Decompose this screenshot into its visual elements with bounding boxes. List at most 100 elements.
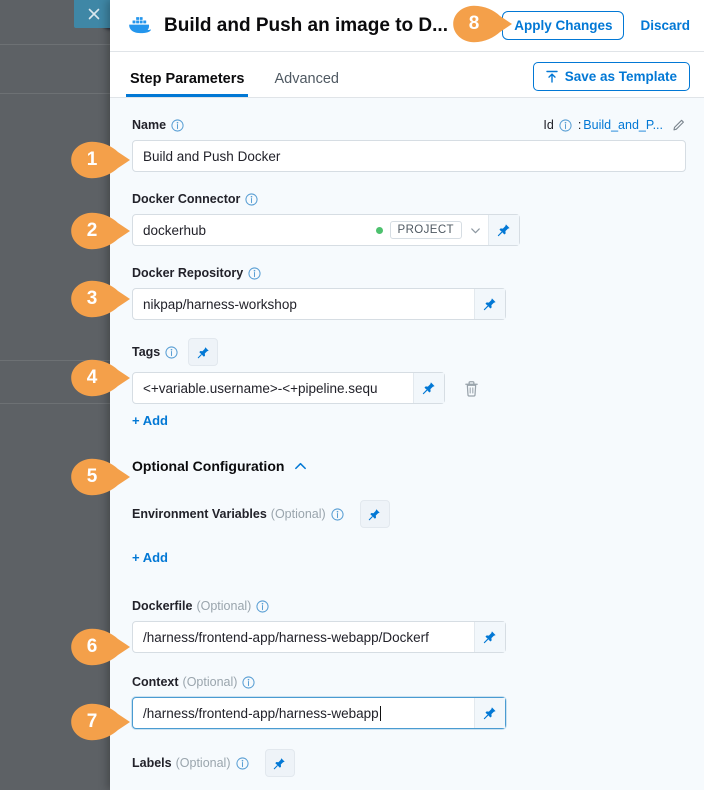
environment-variables-optional-tag: (Optional) <box>271 507 326 521</box>
docker-connector-pin-button[interactable] <box>488 215 519 245</box>
id-label: Id <box>543 118 553 132</box>
optional-configuration-toggle[interactable]: Optional Configuration <box>132 458 686 474</box>
pin-icon <box>197 346 210 359</box>
upload-template-icon <box>546 70 558 83</box>
tab-bar: Step Parameters Advanced Save as Templat… <box>110 52 704 98</box>
environment-variables-label: Environment Variables <box>132 507 267 521</box>
chevron-down-icon[interactable] <box>469 224 482 237</box>
info-icon[interactable] <box>331 508 344 521</box>
info-icon[interactable] <box>236 757 249 770</box>
info-icon[interactable] <box>256 600 269 613</box>
field-docker-connector: Docker Connector dockerhub PROJECT <box>132 190 686 246</box>
labels-pin-button[interactable] <box>265 749 295 777</box>
field-docker-repository: Docker Repository nikpap/harness-worksho… <box>132 264 686 320</box>
docker-connector-value: dockerhub <box>133 223 376 238</box>
dimmed-backdrop <box>0 0 115 790</box>
environment-variables-add-link[interactable]: + Add <box>132 550 168 565</box>
docker-connector-select[interactable]: dockerhub PROJECT <box>132 214 520 246</box>
optional-configuration-label: Optional Configuration <box>132 458 284 474</box>
discard-button[interactable]: Discard <box>640 18 690 33</box>
pin-icon <box>483 630 497 644</box>
context-value-misspelled: harness-webapp <box>279 706 379 721</box>
pin-icon <box>483 297 497 311</box>
docker-connector-label-row: Docker Connector <box>132 190 686 208</box>
environment-variables-pin-button[interactable] <box>360 500 390 528</box>
info-icon[interactable] <box>171 119 184 132</box>
tag-input-value: <+variable.username>-<+pipeline.sequ <box>133 381 413 396</box>
context-label: Context <box>132 675 179 689</box>
docker-connector-label: Docker Connector <box>132 192 240 206</box>
tags-pin-button[interactable] <box>188 338 218 366</box>
tags-row: <+variable.username>-<+pipeline.sequ <box>132 372 686 404</box>
connector-status-dot <box>376 227 383 234</box>
apply-changes-button[interactable]: Apply Changes <box>502 11 624 40</box>
close-icon <box>87 7 101 21</box>
trash-icon[interactable] <box>463 379 480 398</box>
field-tags: Tags <+variable.username>-<+pipeline.seq… <box>132 338 686 430</box>
environment-variables-label-row: Environment Variables (Optional) <box>132 500 686 528</box>
context-value: /harness/frontend-app/harness-webapp <box>133 706 474 721</box>
close-button[interactable] <box>74 0 114 28</box>
labels-label: Labels <box>132 756 172 770</box>
dockerfile-value: /harness/frontend-app/harness-webapp/Doc… <box>133 630 474 645</box>
name-label: Name <box>132 118 166 132</box>
tags-add-link[interactable]: + Add <box>132 413 168 428</box>
docker-repository-pin-button[interactable] <box>474 289 505 319</box>
page-title: Build and Push an image to D... <box>164 15 502 37</box>
tags-label: Tags <box>132 345 160 359</box>
pin-icon <box>422 381 436 395</box>
context-input[interactable]: /harness/frontend-app/harness-webapp <box>132 697 506 729</box>
field-labels: Labels (Optional) <box>132 749 686 777</box>
section-optional-configuration: Optional Configuration <box>132 458 686 474</box>
dockerfile-input[interactable]: /harness/frontend-app/harness-webapp/Doc… <box>132 621 506 653</box>
form-body: Name Id : Build_and_P... <box>110 98 704 777</box>
id-value: Build_and_P... <box>583 118 663 132</box>
backdrop-divider <box>0 403 115 404</box>
docker-repository-value: nikpap/harness-workshop <box>133 297 474 312</box>
info-icon[interactable] <box>248 267 261 280</box>
name-input[interactable]: Build and Push Docker <box>132 140 686 172</box>
docker-repository-label: Docker Repository <box>132 266 243 280</box>
pin-icon <box>273 757 286 770</box>
labels-label-row: Labels (Optional) <box>132 749 686 777</box>
context-label-row: Context (Optional) <box>132 673 686 691</box>
save-as-template-label: Save as Template <box>565 69 677 84</box>
pin-icon <box>368 508 381 521</box>
context-value-prefix: /harness/frontend-app/ <box>143 706 279 721</box>
dockerfile-pin-button[interactable] <box>474 622 505 652</box>
text-caret <box>380 706 381 721</box>
field-name: Name Id : Build_and_P... <box>132 116 686 172</box>
info-icon[interactable] <box>559 119 572 132</box>
tab-advanced[interactable]: Advanced <box>272 71 341 97</box>
tab-step-parameters[interactable]: Step Parameters <box>128 71 246 97</box>
tags-label-row: Tags <box>132 338 686 366</box>
docker-repository-input[interactable]: nikpap/harness-workshop <box>132 288 506 320</box>
name-input-value: Build and Push Docker <box>133 149 685 164</box>
info-icon[interactable] <box>245 193 258 206</box>
info-icon[interactable] <box>165 346 178 359</box>
chevron-up-icon <box>293 459 308 474</box>
tag-input[interactable]: <+variable.username>-<+pipeline.sequ <box>132 372 445 404</box>
pin-icon <box>497 223 511 237</box>
step-configuration-panel: Build and Push an image to D... Apply Ch… <box>110 0 704 790</box>
field-environment-variables: Environment Variables (Optional) + Add <box>132 500 686 567</box>
id-separator: : <box>578 118 581 132</box>
field-dockerfile: Dockerfile (Optional) /harness/frontend-… <box>132 597 686 653</box>
backdrop-divider <box>0 44 115 45</box>
tag-pin-button[interactable] <box>413 373 444 403</box>
docker-whale-icon <box>128 13 154 39</box>
dockerfile-label: Dockerfile <box>132 599 192 613</box>
dockerfile-optional-tag: (Optional) <box>196 599 251 613</box>
context-pin-button[interactable] <box>474 698 505 728</box>
save-as-template-button[interactable]: Save as Template <box>533 62 690 91</box>
field-context: Context (Optional) /harness/frontend-app… <box>132 673 686 729</box>
dockerfile-label-row: Dockerfile (Optional) <box>132 597 686 615</box>
info-icon[interactable] <box>242 676 255 689</box>
backdrop-divider <box>0 93 115 94</box>
pin-icon <box>483 706 497 720</box>
panel-header: Build and Push an image to D... Apply Ch… <box>110 0 704 52</box>
connector-scope-chip: PROJECT <box>390 221 462 239</box>
step-id-row: Id : Build_and_P... <box>543 118 686 132</box>
connector-scope-group: PROJECT <box>376 221 488 239</box>
pencil-icon[interactable] <box>672 118 686 132</box>
